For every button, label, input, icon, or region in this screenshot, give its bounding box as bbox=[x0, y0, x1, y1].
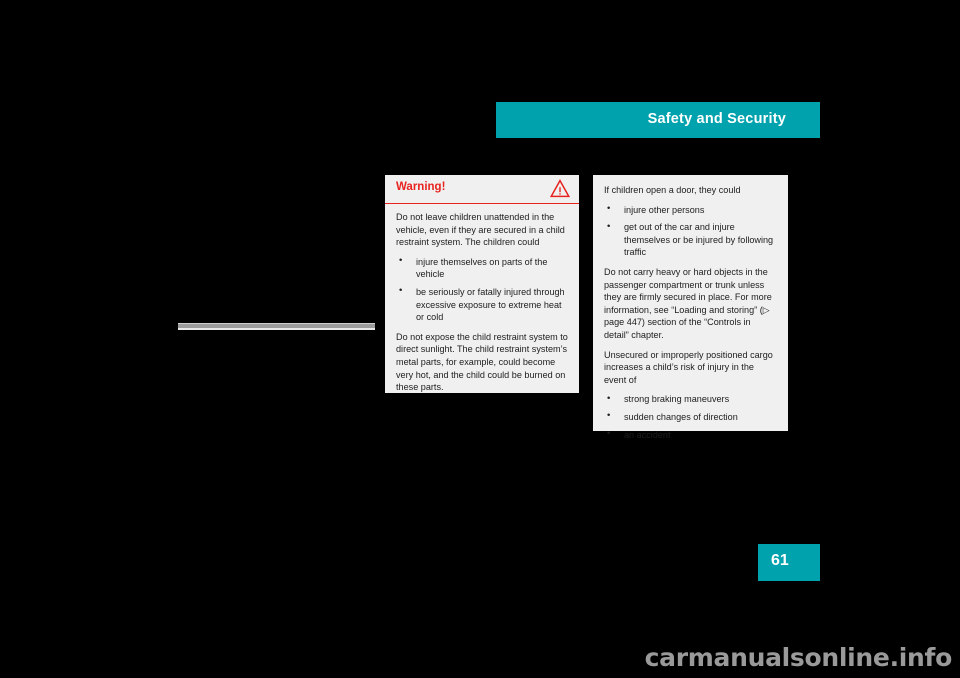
section-header-banner: Safety and Security bbox=[496, 102, 820, 138]
info-bullet-list-1: injure other persons get out of the car … bbox=[604, 203, 777, 259]
warning-box-body: Do not leave children unattended in the … bbox=[385, 204, 579, 394]
watermark: carmanualsonline.info bbox=[644, 643, 953, 672]
list-item: injure themselves on parts of the vehicl… bbox=[396, 255, 568, 281]
page-title: Safety and Security bbox=[647, 111, 786, 127]
info-panel: If children open a door, they could inju… bbox=[593, 175, 788, 440]
warning-paragraph-2: Do not expose the child restraint system… bbox=[396, 331, 568, 393]
warning-paragraph-1: Do not leave children unattended in the … bbox=[396, 212, 565, 248]
warning-triangle-icon bbox=[549, 179, 571, 198]
list-item: be seriously or fatally injured through … bbox=[396, 285, 568, 324]
horizontal-rule bbox=[178, 323, 375, 330]
info-paragraph-1: If children open a door, they could bbox=[604, 185, 741, 195]
warning-bullet-list: injure themselves on parts of the vehicl… bbox=[396, 255, 568, 324]
info-bullet-list-2: strong braking maneuvers sudden changes … bbox=[604, 393, 777, 441]
list-item: strong braking maneuvers bbox=[604, 393, 777, 406]
info-paragraph-3: Unsecured or improperly positioned cargo… bbox=[604, 349, 773, 385]
list-item: injure other persons bbox=[604, 203, 777, 217]
page-number: 61 bbox=[771, 552, 789, 569]
page-number-tab: 61 bbox=[758, 544, 820, 581]
list-item: sudden changes of direction bbox=[604, 410, 777, 424]
list-item: an accident bbox=[604, 428, 777, 442]
warning-box: Warning! Do not leave children unattende… bbox=[385, 175, 579, 393]
list-item: get out of the car and injure themselves… bbox=[604, 221, 777, 259]
warning-box-header: Warning! bbox=[385, 175, 579, 204]
info-paragraph-2: Do not carry heavy or hard objects in th… bbox=[604, 266, 772, 340]
warning-title: Warning! bbox=[396, 181, 446, 193]
